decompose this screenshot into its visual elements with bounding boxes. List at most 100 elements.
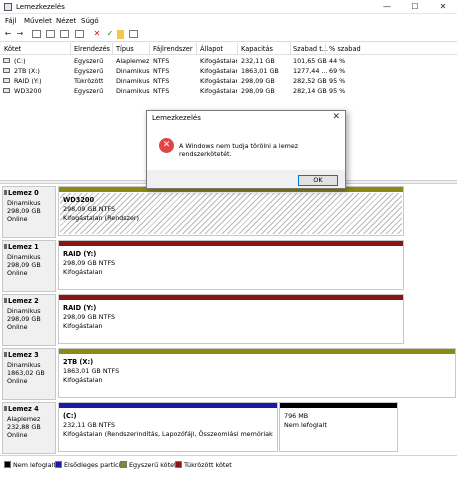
close-button[interactable]: ✕ (431, 0, 455, 14)
dialog-title-bar: Lemezkezelés ✕ (147, 111, 345, 125)
legend-label: Tükrözött kötet (184, 461, 232, 469)
cell-volume: RAID (Y:) (14, 77, 42, 85)
disk-icon (4, 352, 7, 357)
cell-layout: Egyszerű (74, 87, 104, 95)
volume-status: Kifogástalan (63, 322, 103, 330)
volume-wd3200[interactable]: WD3200 298,09 GB NTFS Kifogástalan (Rend… (58, 186, 404, 236)
table-row[interactable]: RAID (Y:) Tükrözött Dinamikus NTFS Kifog… (0, 76, 457, 86)
volume-list-header: Kötet Elrendezés Típus Fájlrendszer Álla… (0, 43, 457, 55)
legend-unallocated: Nem lefoglalt (4, 461, 56, 469)
table-row[interactable]: WD3200 Egyszerű Dinamikus NTFS Kifogásta… (0, 86, 457, 96)
disk-status: Online (7, 269, 28, 277)
dialog-close-icon[interactable]: ✕ (332, 112, 340, 122)
disk-4-label[interactable]: Lemez 4 Alaplemez 232,88 GB Online (2, 402, 56, 454)
cell-volume: (C:) (14, 57, 26, 65)
simple-swatch (120, 461, 127, 468)
primary-partition-bar (59, 403, 277, 408)
volume-size: 298,09 GB NTFS (63, 259, 116, 267)
disk-status: Online (7, 377, 28, 385)
legend-mirrored: Tükrözött kötet (175, 461, 232, 469)
list-view-icon[interactable] (75, 30, 84, 38)
toolbar: ← → ✕ ✓ (0, 27, 457, 42)
volume-icon (3, 58, 10, 63)
header-layout[interactable]: Elrendezés (74, 45, 110, 53)
header-capacity[interactable]: Kapacitás (241, 45, 273, 53)
cell-volume: 2TB (X:) (14, 67, 40, 75)
volume-name: RAID (Y:) (63, 250, 97, 258)
volume-area: 796 MB Nem lefoglalt (281, 409, 396, 450)
cell-filesystem: NTFS (153, 77, 170, 85)
cell-percent: 95 % (329, 77, 346, 85)
cell-status: Kifogástalan (R... (200, 87, 237, 95)
volume-name: (C:) (63, 412, 77, 420)
disk-2-label[interactable]: Lemez 2 Dinamikus 298,09 GB Online (2, 294, 56, 346)
mirrored-volume-bar (59, 295, 403, 300)
volume-status: Nem lefoglalt (284, 421, 327, 429)
primary-swatch (55, 461, 62, 468)
unallocated-space[interactable]: 796 MB Nem lefoglalt (279, 402, 398, 452)
volume-selected-area: WD3200 298,09 GB NTFS Kifogástalan (Rend… (60, 193, 402, 234)
disk-icon[interactable] (129, 30, 138, 38)
legend-bar: Nem lefoglalt Elsődleges partíció Egysze… (0, 455, 457, 480)
forward-arrow-icon[interactable]: → (15, 29, 25, 39)
disk-size: 1863,02 GB (7, 369, 45, 377)
table-row[interactable]: 2TB (X:) Egyszerű Dinamikus NTFS Kifogás… (0, 66, 457, 76)
volume-c[interactable]: (C:) 232,11 GB NTFS Kifogástalan (Rendsz… (58, 402, 278, 452)
maximize-button[interactable]: ☐ (403, 0, 427, 14)
mirrored-swatch (175, 461, 182, 468)
volume-size: 298,09 GB NTFS (63, 313, 116, 321)
volume-area: 2TB (X:) 1863,01 GB NTFS Kifogástalan (60, 355, 454, 396)
disk-size: 298,09 GB (7, 261, 41, 269)
cell-volume: WD3200 (14, 87, 42, 95)
cell-status: Kifogástalan (200, 67, 237, 75)
volume-area: RAID (Y:) 298,09 GB NTFS Kifogástalan (60, 247, 402, 288)
menu-help[interactable]: Súgó (81, 17, 99, 25)
minimize-button[interactable]: — (375, 0, 399, 14)
header-free-space[interactable]: Szabad t... (293, 45, 328, 53)
disk-3-label[interactable]: Lemez 3 Dinamikus 1863,02 GB Online (2, 348, 56, 400)
cell-free: 1277,44 ... (293, 67, 328, 75)
volume-status: Kifogástalan (Rendszer) (63, 214, 140, 222)
help-icon[interactable] (60, 30, 69, 38)
disk-name: Lemez 2 (8, 297, 39, 305)
cell-type: Dinamikus (116, 67, 150, 75)
folder-icon[interactable] (117, 30, 124, 39)
legend-simple: Egyszerű kötet (120, 461, 177, 469)
header-status[interactable]: Állapot (200, 45, 223, 53)
disk-0-label[interactable]: Lemez 0 Dinamikus 298,09 GB Online (2, 186, 56, 238)
disk-status: Online (7, 215, 28, 223)
disk-size: 232,88 GB (7, 423, 41, 431)
table-row[interactable]: (C:) Egyszerű Alaplemez NTFS Kifogástala… (0, 56, 457, 66)
menu-view[interactable]: Nézet (56, 17, 76, 25)
disk-status: Online (7, 323, 28, 331)
volume-size: 232,11 GB NTFS (63, 421, 116, 429)
legend-label: Egyszerű kötet (129, 461, 177, 469)
disk-name: Lemez 0 (8, 189, 39, 197)
simple-volume-bar (59, 349, 455, 354)
volume-raid-y-disk2[interactable]: RAID (Y:) 298,09 GB NTFS Kifogástalan (58, 294, 404, 344)
header-percent-free[interactable]: % szabad (329, 45, 361, 53)
cell-type: Dinamikus (116, 77, 150, 85)
ok-button[interactable]: OK (298, 175, 338, 186)
disk-1-label[interactable]: Lemez 1 Dinamikus 298,09 GB Online (2, 240, 56, 292)
check-icon[interactable]: ✓ (105, 29, 115, 39)
properties-icon[interactable] (46, 30, 55, 38)
back-arrow-icon[interactable]: ← (3, 29, 13, 39)
menu-file[interactable]: Fájl (5, 17, 17, 25)
legend-primary: Elsődleges partíció (55, 461, 124, 469)
header-type[interactable]: Típus (116, 45, 134, 53)
cell-percent: 44 % (329, 57, 346, 65)
volume-raid-y-disk1[interactable]: RAID (Y:) 298,09 GB NTFS Kifogástalan (58, 240, 404, 290)
dialog-body: ✕ A Windows nem tudja törölni a lemez re… (147, 125, 345, 170)
delete-icon[interactable]: ✕ (92, 29, 102, 39)
header-volume[interactable]: Kötet (4, 45, 21, 53)
title-bar: Lemezkezelés — ☐ ✕ (0, 0, 457, 14)
menu-action[interactable]: Művelet (24, 17, 52, 25)
cell-status: Kifogástalan (R... (200, 57, 237, 65)
console-tree-icon[interactable] (32, 30, 41, 38)
disk-type: Dinamikus (7, 361, 41, 369)
volume-2tb-x[interactable]: 2TB (X:) 1863,01 GB NTFS Kifogástalan (58, 348, 456, 398)
cell-capacity: 1863,01 GB (241, 67, 279, 75)
disk-type: Dinamikus (7, 307, 41, 315)
header-filesystem[interactable]: Fájlrendszer (153, 45, 193, 53)
